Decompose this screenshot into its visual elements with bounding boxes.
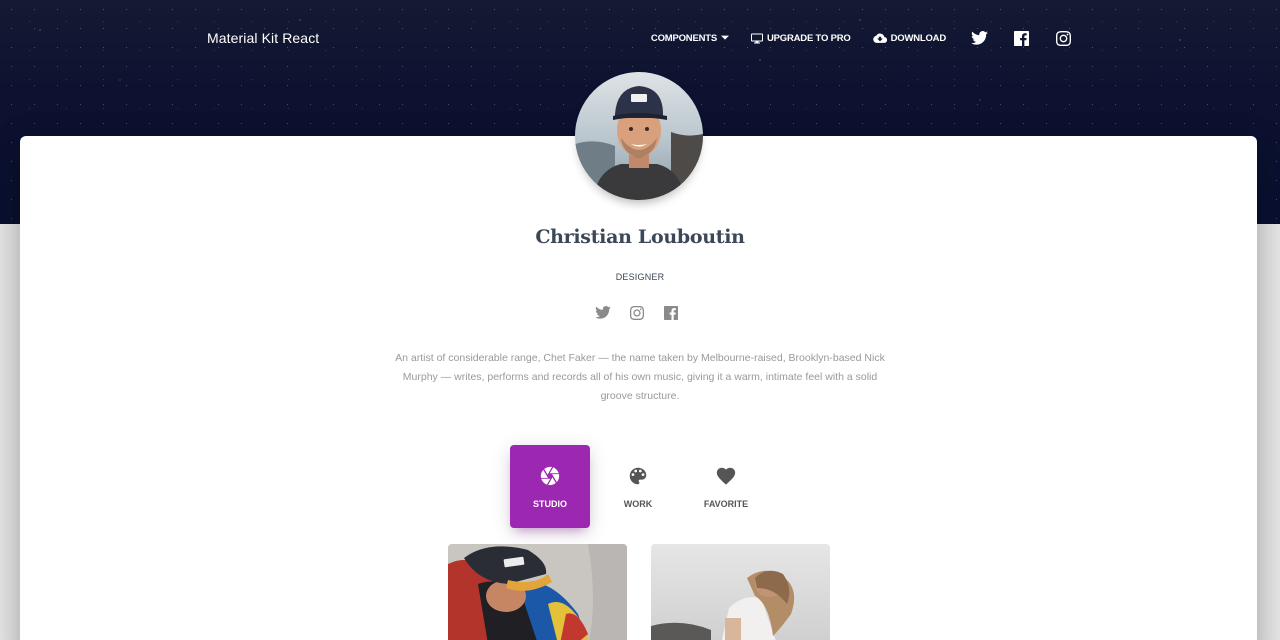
- profile-tabs: STUDIO WORK FAVORITE: [510, 445, 766, 528]
- profile-twitter-link[interactable]: [595, 304, 611, 321]
- nav-instagram-link[interactable]: [1054, 24, 1072, 52]
- tab-studio[interactable]: STUDIO: [510, 445, 590, 528]
- twitter-icon: [595, 306, 611, 319]
- chevron-down-icon: [721, 35, 729, 40]
- camera-aperture-icon: [540, 466, 560, 485]
- instagram-icon: [630, 305, 644, 320]
- tab-favorite[interactable]: FAVORITE: [686, 445, 766, 528]
- profile-bio: An artist of considerable range, Chet Fa…: [395, 352, 885, 402]
- nav-upgrade-label: Upgrade to PRO: [767, 32, 851, 44]
- facebook-icon: [664, 305, 678, 320]
- profile-social-links: [595, 304, 679, 321]
- avatar-photo: [575, 72, 703, 200]
- profile-instagram-link[interactable]: [629, 304, 645, 321]
- nav-menu: Components Upgrade to PRO Download: [629, 24, 1072, 52]
- profile-name: Christian Louboutin: [535, 226, 745, 248]
- twitter-icon: [970, 31, 988, 45]
- heart-icon: [716, 467, 736, 485]
- palette-icon: [629, 467, 647, 484]
- tab-studio-label: STUDIO: [532, 498, 567, 509]
- nav-download-label: Download: [890, 32, 947, 44]
- tab-work-label: WORK: [623, 498, 653, 509]
- profile-avatar: [575, 72, 703, 200]
- profile-role: DESIGNER: [615, 272, 665, 282]
- gallery-image[interactable]: [448, 544, 627, 640]
- nav-components-label: Components: [650, 32, 717, 44]
- gallery-photo-woman-beach: [651, 544, 830, 640]
- tab-favorite-label: FAVORITE: [703, 498, 749, 509]
- nav-download-button[interactable]: Download: [872, 24, 947, 52]
- gallery-photo-man-cap: [448, 544, 627, 640]
- nav-facebook-link[interactable]: [1012, 24, 1030, 52]
- instagram-icon: [1055, 30, 1071, 46]
- cloud-download-icon: [872, 33, 887, 43]
- brand-logo[interactable]: Material Kit React: [207, 30, 319, 46]
- profile-facebook-link[interactable]: [663, 304, 679, 321]
- top-navbar: Material Kit React Components Upgrade to…: [0, 0, 1280, 78]
- tab-work[interactable]: WORK: [598, 445, 678, 528]
- monitor-icon: [751, 33, 763, 43]
- nav-twitter-link[interactable]: [970, 24, 988, 52]
- nav-components-dropdown[interactable]: Components: [651, 24, 729, 52]
- facebook-icon: [1013, 30, 1029, 46]
- gallery-image[interactable]: [651, 544, 830, 640]
- nav-upgrade-button[interactable]: Upgrade to PRO: [751, 24, 851, 52]
